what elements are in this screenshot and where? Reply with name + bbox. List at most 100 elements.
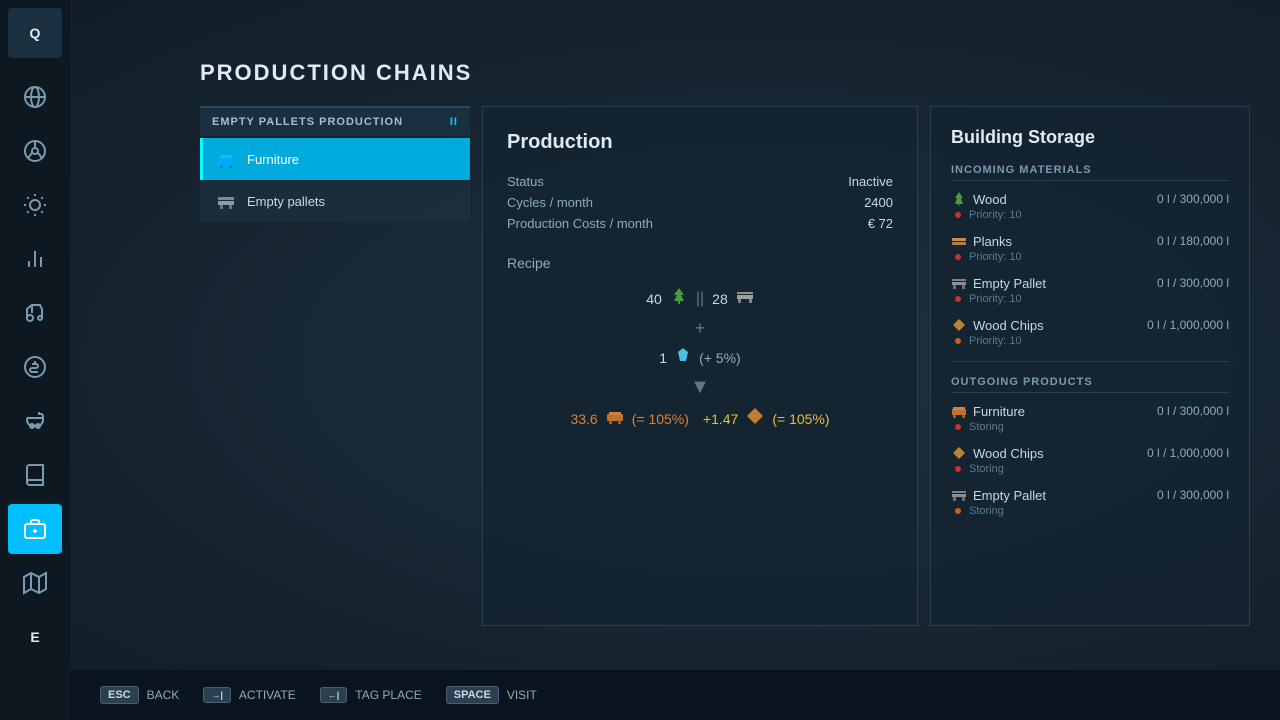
- recipe-bonus-row: 1 (+ 5%): [659, 347, 740, 368]
- planks-label: Planks: [973, 234, 1012, 249]
- empty-pallet-priority: Priority: 10: [965, 293, 1022, 305]
- out-empty-pallet-dot: [955, 508, 961, 514]
- storage-item-woodchips: Wood Chips 0 l / 1,000,000 l Priority: 1…: [951, 317, 1229, 347]
- empty-pallet-amount: 0 l / 300,000 l: [1157, 276, 1229, 290]
- byproduct-pct: (= 105%): [772, 411, 829, 427]
- recipe-arrow: ▼: [690, 376, 710, 399]
- chain-item-furniture-label: Furniture: [247, 152, 299, 167]
- recipe-title: Recipe: [507, 255, 893, 271]
- sidebar-item-tractor[interactable]: [8, 288, 62, 338]
- status-value: Inactive: [848, 174, 893, 189]
- cycles-row: Cycles / month 2400: [507, 195, 893, 210]
- furniture-output-icon: [606, 407, 624, 430]
- storage-item-empty-pallet: Empty Pallet 0 l / 300,000 l Priority: 1…: [951, 275, 1229, 305]
- storage-title: Building Storage: [951, 127, 1229, 148]
- storage-out-furniture: Furniture 0 l / 300,000 l Storing: [951, 403, 1229, 433]
- empty-pallet-name: Empty Pallet: [951, 275, 1046, 291]
- content-row: EMPTY PALLETS PRODUCTION II Furniture Em…: [200, 106, 1250, 626]
- storage-out-empty-pallet: Empty Pallet 0 l / 300,000 l Storing: [951, 487, 1229, 517]
- out-furniture-dot: [955, 424, 961, 430]
- wood-label: Wood: [973, 192, 1007, 207]
- out-furniture-status: Storing: [965, 421, 1004, 433]
- out-woodchips-status: Storing: [965, 463, 1004, 475]
- furniture-icon: [215, 148, 237, 170]
- out-empty-pallet-status: Storing: [965, 505, 1004, 517]
- planks-priority: Priority: 10: [965, 251, 1022, 263]
- sidebar-item-e[interactable]: E: [8, 612, 62, 662]
- status-row: Status Inactive: [507, 174, 893, 189]
- out-empty-pallet-amount: 0 l / 300,000 l: [1157, 488, 1229, 502]
- production-info: Status Inactive Cycles / month 2400 Prod…: [507, 174, 893, 231]
- key-action-activate[interactable]: →| ACTIVATE: [203, 687, 295, 703]
- production-panel: Production Status Inactive Cycles / mont…: [482, 106, 918, 626]
- storage-item-planks-row: Planks 0 l / 180,000 l: [951, 233, 1229, 249]
- woodchips-label: Wood Chips: [973, 318, 1044, 333]
- out-furniture-label: Furniture: [973, 404, 1025, 419]
- storage-out-woodchips-row: Wood Chips 0 l / 1,000,000 l: [951, 445, 1229, 461]
- chain-panel: EMPTY PALLETS PRODUCTION II Furniture Em…: [200, 106, 470, 626]
- output-pct: (= 105%): [632, 411, 689, 427]
- out-woodchips-amount: 0 l / 1,000,000 l: [1147, 446, 1229, 460]
- planks-amount: 0 l / 180,000 l: [1157, 234, 1229, 248]
- storage-item-empty-pallet-row: Empty Pallet 0 l / 300,000 l: [951, 275, 1229, 291]
- key-action-tag[interactable]: ←| TAG PLACE: [320, 687, 422, 703]
- sidebar-item-sun[interactable]: [8, 180, 62, 230]
- sidebar-item-chart[interactable]: [8, 234, 62, 284]
- recipe-plus: +: [695, 318, 706, 339]
- sidebar-item-finance[interactable]: [8, 342, 62, 392]
- section-divider: [951, 361, 1229, 362]
- out-furniture-amount: 0 l / 300,000 l: [1157, 404, 1229, 418]
- out-woodchips-name: Wood Chips: [951, 445, 1044, 461]
- cycles-label: Cycles / month: [507, 195, 593, 210]
- bonus-text: (+ 5%): [699, 350, 741, 366]
- chain-header: EMPTY PALLETS PRODUCTION II: [200, 106, 470, 136]
- out-empty-pallet-name: Empty Pallet: [951, 487, 1046, 503]
- storage-out-woodchips: Wood Chips 0 l / 1,000,000 l Storing: [951, 445, 1229, 475]
- sidebar-item-globe[interactable]: [8, 72, 62, 122]
- input1-amount: 40: [646, 291, 662, 307]
- key-action-visit[interactable]: SPACE VISIT: [446, 686, 537, 704]
- gem-icon: [675, 347, 691, 368]
- recipe-output-row: 33.6 (= 105%) +1.47 (= 105%): [570, 407, 829, 430]
- woodchips-priority: Priority: 10: [965, 335, 1022, 347]
- chain-header-title: EMPTY PALLETS PRODUCTION: [212, 116, 403, 128]
- sidebar-item-production[interactable]: [8, 504, 62, 554]
- out-empty-pallet-label: Empty Pallet: [973, 488, 1046, 503]
- output-amount: 33.6: [570, 411, 597, 427]
- sidebar-item-map[interactable]: [8, 558, 62, 608]
- esc-label: BACK: [147, 688, 180, 702]
- esc-key: ESC: [100, 686, 139, 704]
- chain-item-furniture[interactable]: Furniture: [200, 138, 470, 180]
- bottom-bar: ESC BACK →| ACTIVATE ←| TAG PLACE SPACE …: [70, 670, 1280, 720]
- empty-pallet-dot: [955, 296, 961, 302]
- incoming-title: INCOMING MATERIALS: [951, 164, 1229, 181]
- recipe-input-row: 40 || 28: [646, 287, 753, 310]
- cycles-value: 2400: [864, 195, 893, 210]
- tag-key: ←|: [320, 687, 348, 703]
- empty-pallet-label: Empty Pallet: [973, 276, 1046, 291]
- sidebar-item-livestock[interactable]: [8, 396, 62, 446]
- status-label: Status: [507, 174, 544, 189]
- storage-out-furniture-row: Furniture 0 l / 300,000 l: [951, 403, 1229, 419]
- storage-item-wood-row: Wood 0 l / 300,000 l: [951, 191, 1229, 207]
- planks-dot: [955, 254, 961, 260]
- storage-item-wood: Wood 0 l / 300,000 l Priority: 10: [951, 191, 1229, 221]
- sidebar-item-steering[interactable]: [8, 126, 62, 176]
- woodchips-dot: [955, 338, 961, 344]
- costs-value: € 72: [868, 216, 893, 231]
- pallet-icon: [736, 287, 754, 310]
- sidebar-item-q[interactable]: Q: [8, 8, 62, 58]
- key-action-esc[interactable]: ESC BACK: [100, 686, 179, 704]
- out-woodchips-label: Wood Chips: [973, 446, 1044, 461]
- chain-header-level: II: [450, 116, 458, 128]
- out-furniture-name: Furniture: [951, 403, 1025, 419]
- input2-amount: 28: [712, 291, 728, 307]
- sidebar-item-notebook[interactable]: [8, 450, 62, 500]
- tree-icon: [670, 287, 688, 310]
- recipe-section: Recipe 40 || 28 +: [507, 255, 893, 430]
- chain-item-empty-pallets[interactable]: Empty pallets: [200, 180, 470, 222]
- wood-name: Wood: [951, 191, 1007, 207]
- costs-label: Production Costs / month: [507, 216, 653, 231]
- woodchips-name: Wood Chips: [951, 317, 1044, 333]
- byproduct-amount: +1.47: [703, 411, 738, 427]
